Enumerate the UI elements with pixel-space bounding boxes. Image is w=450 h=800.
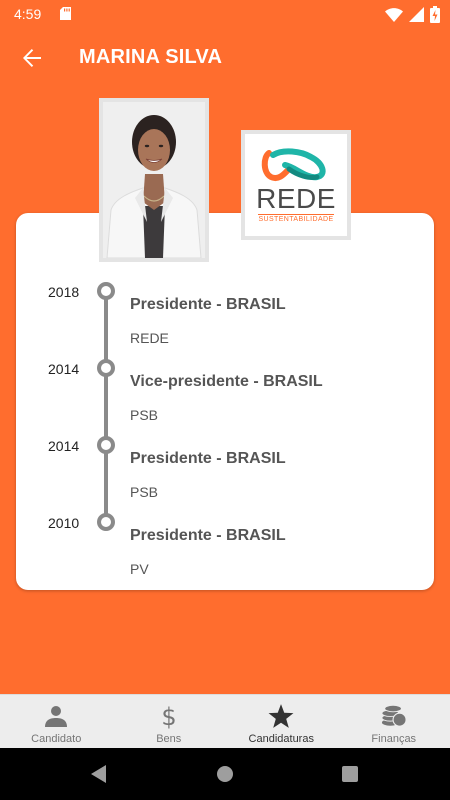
coins-icon <box>381 703 407 729</box>
tab-label: Candidato <box>31 733 82 745</box>
sd-card-icon <box>60 7 71 20</box>
party-logo-subtitle: SUSTENTABILIDADE <box>258 214 334 223</box>
candidacy-year: 2018 <box>48 284 80 300</box>
status-bar: 4:59 <box>0 0 450 28</box>
app-screen: 4:59 MARINA SILVA REDE SUSTENTABILIDADE … <box>0 0 450 800</box>
candidacy-item: 2010 Presidente - BRASIL PV <box>0 513 450 585</box>
party-logo-name: REDE <box>256 183 336 214</box>
tab-financas[interactable]: Finanças <box>338 695 450 748</box>
page-title: MARINA SILVA <box>79 46 223 68</box>
tab-bens[interactable]: $ Bens <box>113 695 226 748</box>
candidacy-item: 2014 Vice-presidente - BRASIL PSB <box>0 359 450 431</box>
battery-icon <box>430 6 440 23</box>
candidate-portrait-image <box>103 102 205 258</box>
timeline-dot <box>97 282 115 300</box>
candidacy-item: 2014 Presidente - BRASIL PSB <box>0 436 450 508</box>
system-back-icon[interactable] <box>89 764 109 784</box>
tab-label: Bens <box>156 733 182 745</box>
candidacy-party: PSB <box>130 484 159 500</box>
status-time: 4:59 <box>14 6 42 22</box>
candidacy-office: Presidente - BRASIL <box>130 450 286 467</box>
system-recents-icon[interactable] <box>340 764 360 784</box>
candidacy-year: 2014 <box>48 438 80 454</box>
bottom-navigation: Candidato $ Bens Candidaturas Finanças <box>0 694 450 748</box>
tab-label: Candidaturas <box>248 733 314 745</box>
timeline-dot <box>97 359 115 377</box>
status-icons <box>385 6 440 23</box>
signal-icon <box>409 7 424 22</box>
candidacy-party: PV <box>130 561 149 577</box>
candidacy-office: Vice-presidente - BRASIL <box>130 373 323 390</box>
app-bar: MARINA SILVA <box>0 28 450 88</box>
back-button[interactable] <box>14 40 50 76</box>
candidacy-office: Presidente - BRASIL <box>130 527 286 544</box>
candidate-photo <box>99 98 209 262</box>
dollar-icon: $ <box>156 703 182 729</box>
arrow-back-icon <box>23 49 41 67</box>
star-icon <box>268 703 294 729</box>
tab-candidaturas[interactable]: Candidaturas <box>225 695 338 748</box>
party-logo: REDE SUSTENTABILIDADE <box>241 130 351 240</box>
system-navigation-bar <box>0 748 450 800</box>
system-home-icon[interactable] <box>215 764 235 784</box>
candidacy-year: 2010 <box>48 515 80 531</box>
timeline-dot <box>97 436 115 454</box>
tab-candidato[interactable]: Candidato <box>0 695 113 748</box>
rede-logo-icon <box>261 148 326 181</box>
candidacy-year: 2014 <box>48 361 80 377</box>
tab-label: Finanças <box>371 733 417 745</box>
svg-text:$: $ <box>161 703 176 729</box>
candidacy-item: 2018 Presidente - BRASIL REDE <box>0 282 450 354</box>
candidacy-party: REDE <box>130 330 169 346</box>
candidacy-office: Presidente - BRASIL <box>130 296 286 313</box>
candidacy-party: PSB <box>130 407 159 423</box>
person-icon <box>43 703 69 729</box>
timeline-dot <box>97 513 115 531</box>
wifi-icon <box>385 7 403 22</box>
